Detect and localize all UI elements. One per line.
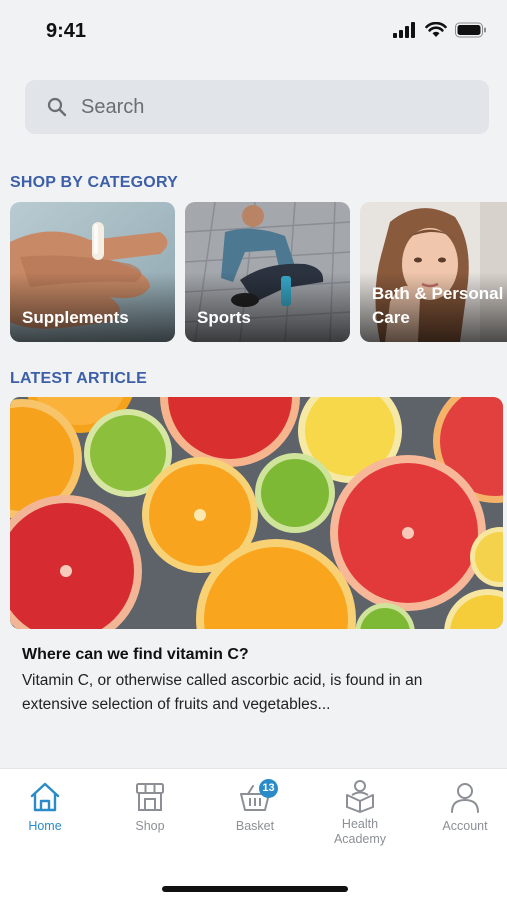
wifi-icon	[425, 22, 447, 37]
signal-icon	[393, 22, 415, 38]
battery-icon	[455, 22, 486, 38]
health-academy-icon	[346, 780, 374, 813]
category-label: Bath & Personal Care	[372, 284, 504, 327]
article-headline[interactable]: Where can we find vitamin C?	[22, 646, 249, 664]
category-carousel[interactable]: Supplements Sports Bath & Personal Care	[10, 202, 507, 342]
citrus-fruits-image	[10, 397, 503, 629]
nav-label-home: Home	[28, 819, 62, 833]
status-time: 9:41	[46, 20, 87, 42]
nav-account[interactable]: Account	[415, 781, 507, 834]
category-card-bath-personal-care[interactable]: Bath & Personal Care	[360, 202, 507, 342]
shop-by-category-heading: SHOP BY CATEGORY	[10, 174, 178, 191]
search-bar[interactable]	[25, 80, 489, 134]
category-card-supplements[interactable]: Supplements	[10, 202, 175, 342]
category-card-sports[interactable]: Sports	[185, 202, 350, 342]
status-icons	[393, 22, 487, 38]
nav-label-basket: Basket	[235, 819, 275, 833]
basket-count-badge: 13	[259, 779, 278, 798]
nav-shop[interactable]: Shop	[100, 781, 200, 834]
nav-home[interactable]: Home	[0, 781, 95, 834]
nav-health-academy[interactable]: Health Academy	[310, 779, 410, 847]
status-bar: 9:41	[0, 0, 507, 62]
latest-article-heading: LATEST ARTICLE	[10, 370, 148, 387]
search-icon	[47, 97, 67, 117]
article-image[interactable]	[10, 397, 503, 629]
bottom-navigation: Home Shop 13 Basket Health Academy Accou…	[0, 768, 507, 900]
category-label: Sports	[197, 308, 251, 327]
home-icon	[30, 782, 60, 812]
home-indicator[interactable]	[162, 886, 348, 892]
nav-label-health-academy: Health Academy	[333, 817, 387, 846]
account-icon	[451, 783, 479, 813]
category-label: Supplements	[22, 308, 129, 327]
nav-label-account: Account	[442, 819, 488, 833]
nav-basket[interactable]: 13 Basket	[205, 779, 305, 834]
nav-label-shop: Shop	[135, 819, 165, 833]
shop-icon	[136, 783, 164, 811]
search-input[interactable]	[81, 95, 461, 119]
article-excerpt: Vitamin C, or otherwise called ascorbic …	[22, 672, 423, 713]
